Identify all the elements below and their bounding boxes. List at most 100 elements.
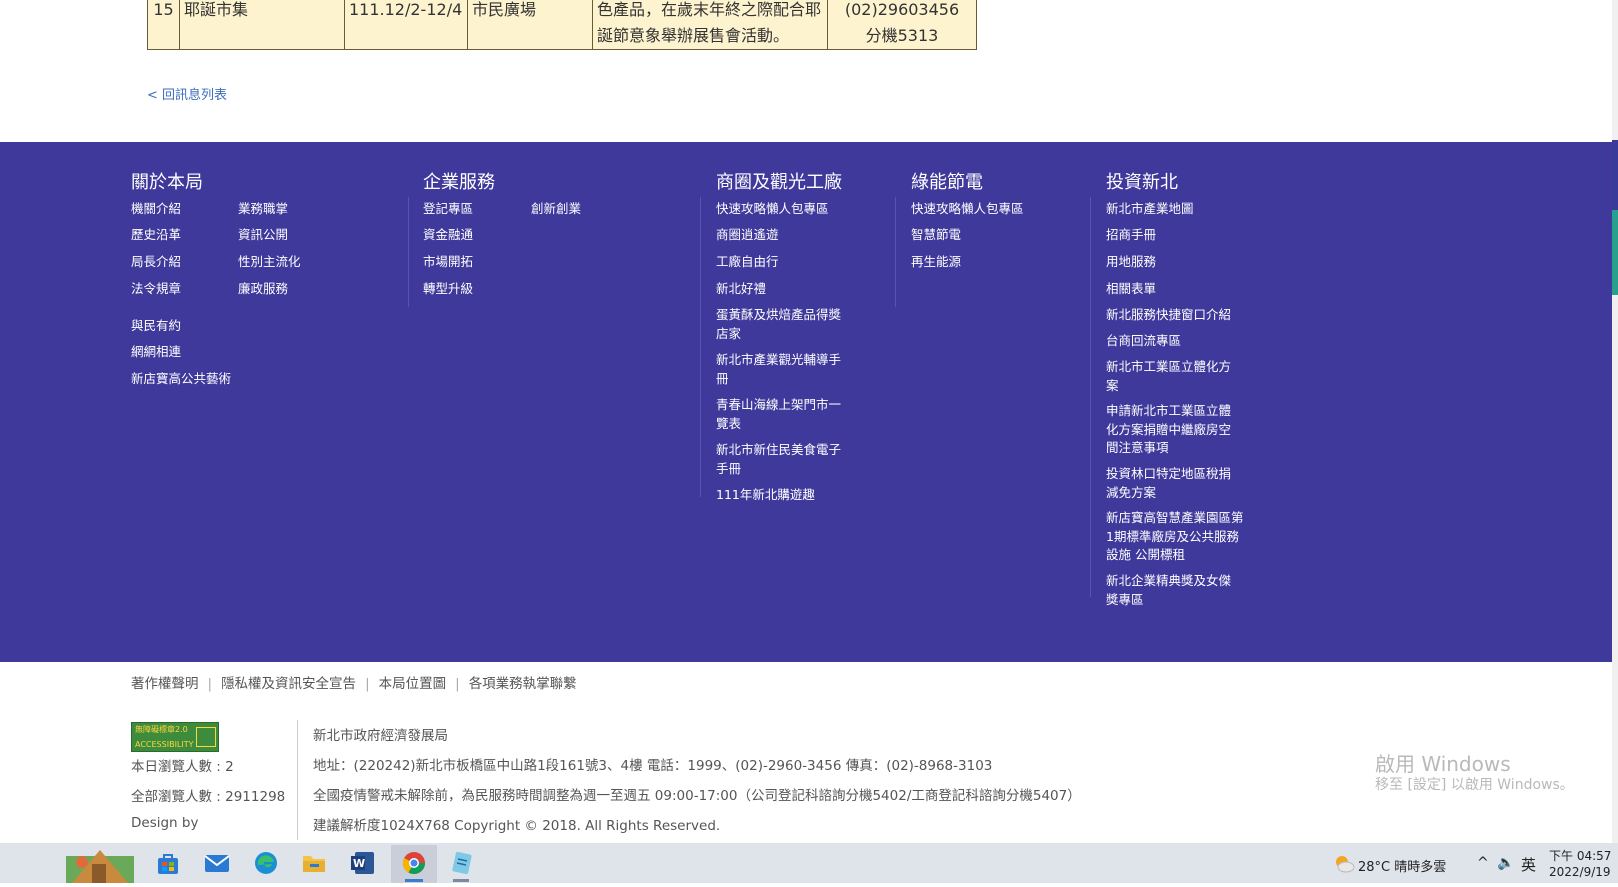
today-visitors: 本日瀏覽人數 : 2 [131, 759, 234, 775]
footer-link[interactable]: 相關表單 [1106, 280, 1156, 299]
badge-grid-icon [196, 727, 216, 747]
badge-line: 無障礙標章2.0 [135, 725, 188, 734]
footer-link[interactable]: 市場開拓 [423, 253, 473, 272]
description-line: 色產品，在歲末年終之際配合耶 [597, 0, 822, 19]
footer-link[interactable]: 工廠自由行 [716, 253, 779, 272]
clock-date[interactable]: 2022/9/19 [1549, 865, 1611, 879]
service-notice: 全國疫情警戒未解除前，為民服務時間調整為週一至週五 09:00-17:00（公司… [313, 788, 1081, 804]
footer-link[interactable]: 招商手冊 [1106, 226, 1156, 245]
activation-watermark-sub: 移至 [設定] 以啟用 Windows。 [1375, 777, 1574, 793]
clock-time[interactable]: 下午 04:57 [1549, 847, 1611, 864]
weather-text[interactable]: 28°C 晴時多雲 [1358, 856, 1446, 875]
footer-link[interactable]: 新北企業精典獎及女傑獎專區 [1106, 572, 1242, 609]
footer-link[interactable]: 機關介紹 [131, 200, 181, 219]
cell-phone: (02)29603456 分機5313 [827, 0, 977, 50]
footer-heading: 企業服務 [423, 172, 495, 193]
org-name: 新北市政府經濟發展局 [313, 728, 448, 744]
chrome-icon[interactable] [401, 850, 427, 876]
store-icon[interactable] [155, 850, 181, 876]
footer-link[interactable]: 台商回流專區 [1106, 332, 1181, 351]
footer-link[interactable]: 新北市產業觀光輔導手冊 [716, 351, 850, 388]
description-line: 誕節意象舉辦展售會活動。 [597, 26, 790, 45]
footer-heading: 綠能節電 [911, 172, 983, 193]
notepad-icon[interactable] [449, 850, 475, 876]
file-explorer-icon[interactable] [301, 850, 327, 876]
footer-link[interactable]: 新北好禮 [716, 280, 766, 299]
footer-link[interactable]: 申請新北市工業區立體化方案捐贈中繼廠房空間注意事項 [1106, 402, 1242, 458]
footer-col-business: 商圈及觀光工廠 [716, 172, 842, 194]
phone-line: 分機5313 [865, 26, 939, 45]
footer-divider [1090, 197, 1091, 597]
footer-col-enterprise: 企業服務 [423, 172, 495, 194]
footer-divider [895, 197, 896, 307]
site-footer: 關於本局 機關介紹 歷史沿革 局長介紹 法令規章 業務職掌 資訊公開 性別主流化… [0, 142, 1612, 662]
footer-link[interactable]: 新北市工業區立體化方案 [1106, 358, 1242, 395]
footer-link[interactable]: 投資林口特定地區稅捐減免方案 [1106, 465, 1242, 502]
page: 15 耶誕市集 111.12/2-12/4 市民廣場 色產品，在歲末年終之際配合… [0, 0, 1612, 843]
footer-link[interactable]: 性別主流化 [238, 253, 301, 272]
copyright-text: 建議解析度1024X768 Copyright © 2018. All Righ… [313, 818, 721, 834]
widgets-thumbnail-icon[interactable] [62, 846, 138, 883]
footer-link[interactable]: 資訊公開 [238, 226, 288, 245]
ime-indicator[interactable]: 英 [1521, 854, 1536, 875]
footer-link[interactable]: 創新創業 [531, 200, 581, 219]
footer-heading: 商圈及觀光工廠 [716, 172, 842, 193]
event-table: 15 耶誕市集 111.12/2-12/4 市民廣場 色產品，在歲末年終之際配合… [147, 0, 977, 50]
footer-col-about: 關於本局 [131, 172, 203, 194]
footer-link[interactable]: 新北服務快捷窗口介紹 [1106, 306, 1231, 325]
cell-no: 15 [147, 0, 180, 50]
edge-icon[interactable] [253, 850, 279, 876]
volume-icon[interactable]: 🔈 [1497, 855, 1514, 871]
footer-link[interactable]: 快速攻略懶人包專區 [911, 200, 1024, 219]
active-indicator [405, 879, 423, 882]
cell-date: 111.12/2-12/4 [344, 0, 468, 50]
back-to-list-link[interactable]: < 回訊息列表 [147, 84, 227, 103]
phone-line: (02)29603456 [844, 0, 960, 19]
cell-place: 市民廣場 [467, 0, 593, 50]
footer-link[interactable]: 業務職掌 [238, 200, 288, 219]
footer-col-invest: 投資新北 [1106, 172, 1178, 194]
footer-link[interactable]: 商圈逍遙遊 [716, 226, 779, 245]
footer-col-green: 綠能節電 [911, 172, 983, 194]
cell-description: 色產品，在歲末年終之際配合耶 誕節意象舉辦展售會活動。 [592, 0, 828, 50]
info-divider [297, 720, 298, 840]
footer-link[interactable]: 新北市產業地圖 [1106, 200, 1194, 219]
scrollbar[interactable] [1612, 0, 1618, 843]
footer-link[interactable]: 用地服務 [1106, 253, 1156, 272]
copyright-link[interactable]: 著作權聲明 [131, 676, 199, 692]
footer-link[interactable]: 網網相連 [131, 343, 181, 362]
footer-heading: 投資新北 [1106, 172, 1178, 193]
footer-link[interactable]: 111年新北購遊趣 [716, 486, 815, 505]
footer-divider [700, 197, 701, 497]
footer-link[interactable]: 廉政服務 [238, 280, 288, 299]
contact-link[interactable]: 各項業務執掌聯繫 [469, 676, 577, 692]
footer-link[interactable]: 再生能源 [911, 253, 961, 272]
footer-link[interactable]: 新店寶高公共藝術 [131, 370, 231, 389]
footer-link[interactable]: 局長介紹 [131, 253, 181, 272]
footer-link[interactable]: 智慧節電 [911, 226, 961, 245]
weather-icon[interactable] [1333, 853, 1355, 875]
footer-link[interactable]: 與民有約 [131, 317, 181, 336]
footer-link[interactable]: 蛋黃酥及烘焙產品得獎店家 [716, 306, 850, 343]
accessibility-badge[interactable]: 無障礙標章2.0 ACCESSIBILITY [131, 722, 219, 752]
total-visitors: 全部瀏覽人數 : 2911298 [131, 789, 286, 805]
footer-link[interactable]: 登記專區 [423, 200, 473, 219]
footer-link[interactable]: 青春山海線上架門市一覽表 [716, 396, 850, 433]
footer-link[interactable]: 新北市新住民美食電子手冊 [716, 441, 850, 478]
mail-icon[interactable] [204, 850, 230, 876]
bottom-links: 著作權聲明 | 隱私權及資訊安全宣告 | 本局位置圖 | 各項業務執掌聯繫 [131, 676, 577, 692]
footer-link[interactable]: 新店寶高智慧產業園區第1期標準廠房及公共服務設施 公開標租 [1106, 509, 1246, 565]
footer-link[interactable]: 快速攻略懶人包專區 [716, 200, 829, 219]
footer-link[interactable]: 轉型升級 [423, 280, 473, 299]
table-row: 15 耶誕市集 111.12/2-12/4 市民廣場 色產品，在歲末年終之際配合… [147, 0, 977, 50]
footer-link[interactable]: 歷史沿革 [131, 226, 181, 245]
privacy-link[interactable]: 隱私權及資訊安全宣告 [221, 676, 356, 692]
footer-link[interactable]: 資金融通 [423, 226, 473, 245]
footer-divider [408, 197, 409, 307]
chevron-up-icon[interactable]: ^ [1477, 855, 1489, 871]
location-link[interactable]: 本局位置圖 [379, 676, 447, 692]
activation-watermark-title: 啟用 Windows [1375, 752, 1511, 776]
org-address: 地址：(220242)新北市板橋區中山路1段161號3、4樓 電話：1999、(… [313, 758, 993, 774]
word-icon[interactable]: W [350, 850, 376, 876]
footer-link[interactable]: 法令規章 [131, 280, 181, 299]
